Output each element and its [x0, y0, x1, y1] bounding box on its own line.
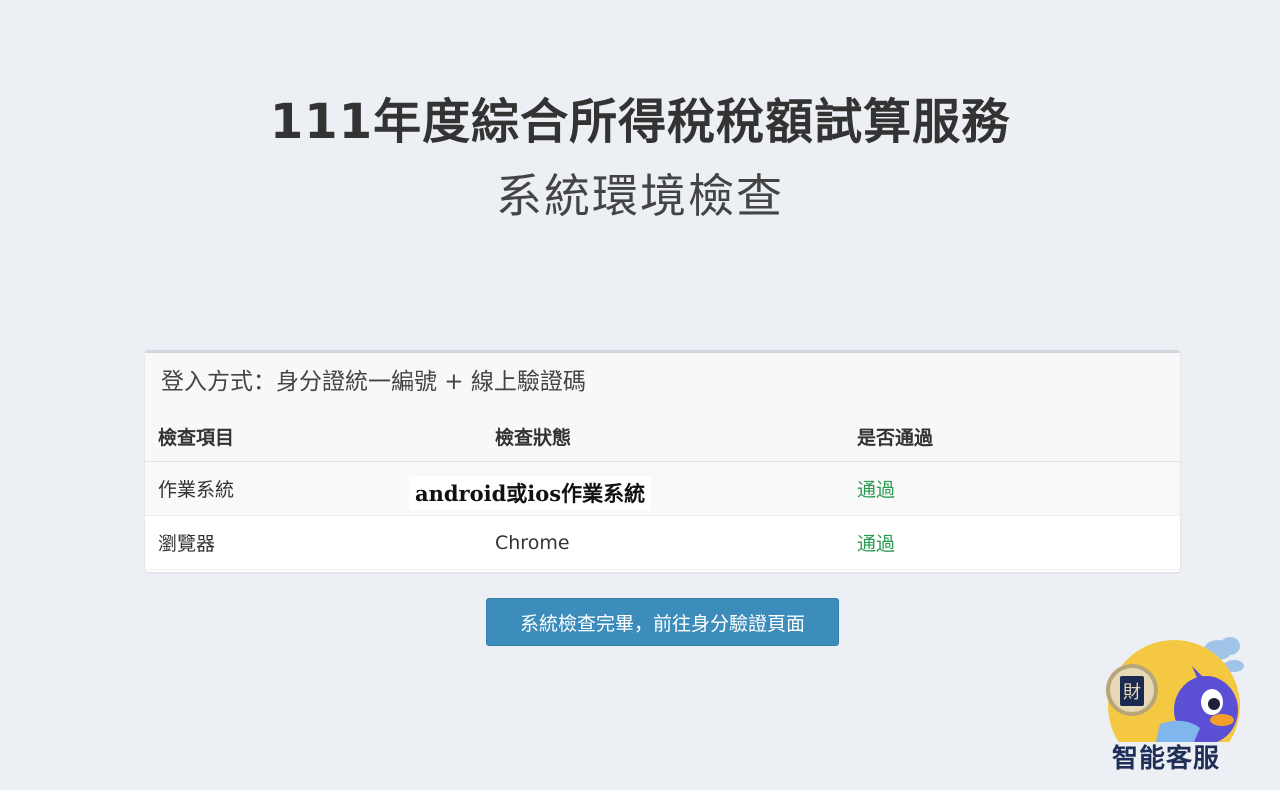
table-header-row: 檢查項目 檢查狀態 是否通過: [145, 411, 1180, 462]
environment-check-panel: 登入方式：身分證統一編號 + 線上驗證碼 檢查項目 檢查狀態 是否通過 作業系統…: [145, 350, 1180, 572]
page-subtitle: 系統環境檢查: [496, 169, 784, 223]
row-browser-status: Chrome: [495, 515, 857, 570]
column-header-item: 檢查項目: [145, 411, 495, 462]
row-browser-item: 瀏覽器: [145, 515, 495, 570]
column-header-pass: 是否通過: [857, 411, 1180, 462]
row-browser-pass: 通過: [857, 515, 1180, 570]
row-os-pass: 通過: [857, 461, 1180, 516]
row-os-status-cell: android或ios作業系統: [409, 461, 857, 516]
table-row: 瀏覽器 Chrome 通過: [145, 515, 1180, 570]
login-method-label: 登入方式：身分證統一編號 + 線上驗證碼: [145, 353, 1180, 411]
tax-badge-icon: 財: [1106, 664, 1158, 716]
chatbot-label: 智能客服: [1112, 744, 1221, 774]
column-header-status: 檢查狀態: [495, 411, 857, 462]
svg-text:財: 財: [1123, 682, 1141, 703]
chatbot-widget[interactable]: 財 智能客服: [1100, 632, 1250, 777]
environment-check-table: 檢查項目 檢查狀態 是否通過 作業系統 android或ios作業系統 通過 瀏…: [145, 411, 1180, 570]
proceed-to-verification-button[interactable]: 系統檢查完畢，前往身分驗證頁面: [486, 598, 839, 646]
page-title: 111年度綜合所得稅稅額試算服務: [269, 94, 1011, 150]
table-row: 作業系統 android或ios作業系統 通過: [145, 461, 1180, 516]
row-os-status: android或ios作業系統: [409, 475, 652, 510]
chatbot-mascot-icon: 財: [1106, 637, 1244, 772]
